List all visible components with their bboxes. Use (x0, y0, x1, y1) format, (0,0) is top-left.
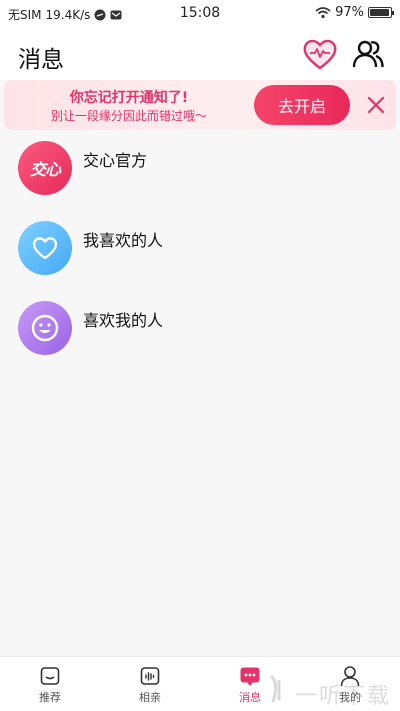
banner-subtitle: 别让一段缘分因此而错过哦～ (50, 109, 207, 123)
watermark: 一听下载 (265, 672, 400, 709)
heart-pulse-icon[interactable] (302, 37, 338, 71)
wifi-icon (315, 6, 331, 19)
watermark-text: 一听下载 (295, 684, 392, 709)
list-item-label: 我喜欢的人 (83, 231, 164, 250)
close-icon[interactable] (363, 92, 389, 118)
list-item-likes-me[interactable]: 喜欢我的人 (0, 295, 400, 365)
tab-dating[interactable]: 相亲 (100, 657, 200, 711)
notification-banner: 你忘记打开通知了! 别让一段缘分因此而错过哦～ 去开启 (4, 80, 396, 130)
tab-label: 相亲 (139, 691, 161, 704)
status-right: 97% (315, 5, 394, 20)
tab-label: 推荐 (39, 691, 61, 704)
list-item-i-like[interactable]: 我喜欢的人 (0, 215, 400, 285)
tab-recommend[interactable]: 推荐 (0, 657, 100, 711)
jiaoxin-logo-icon: 交心 (18, 141, 72, 195)
home-icon (39, 665, 61, 687)
smile-icon (18, 301, 72, 355)
avatar-text: 交心 (29, 160, 61, 179)
users-icon[interactable] (352, 38, 384, 70)
header: 消息 (0, 28, 400, 80)
list-item-label: 交心官方 (83, 151, 148, 170)
voice-icon (139, 665, 161, 687)
heart-outline-icon (18, 221, 72, 275)
enable-notification-button[interactable]: 去开启 (254, 85, 350, 125)
watermark-logo-icon (269, 674, 281, 703)
list-item-official[interactable]: 交心 交心官方 (0, 135, 400, 205)
battery-level (370, 9, 390, 16)
message-icon (239, 665, 261, 687)
page-title: 消息 (18, 47, 64, 73)
battery-icon (368, 7, 394, 18)
banner-title: 你忘记打开通知了! (69, 90, 189, 106)
battery-percent: 97% (335, 5, 364, 20)
status-bar: 无SIM 19.4K/s 15:08 97% (0, 0, 400, 28)
list-item-label: 喜欢我的人 (83, 311, 164, 330)
